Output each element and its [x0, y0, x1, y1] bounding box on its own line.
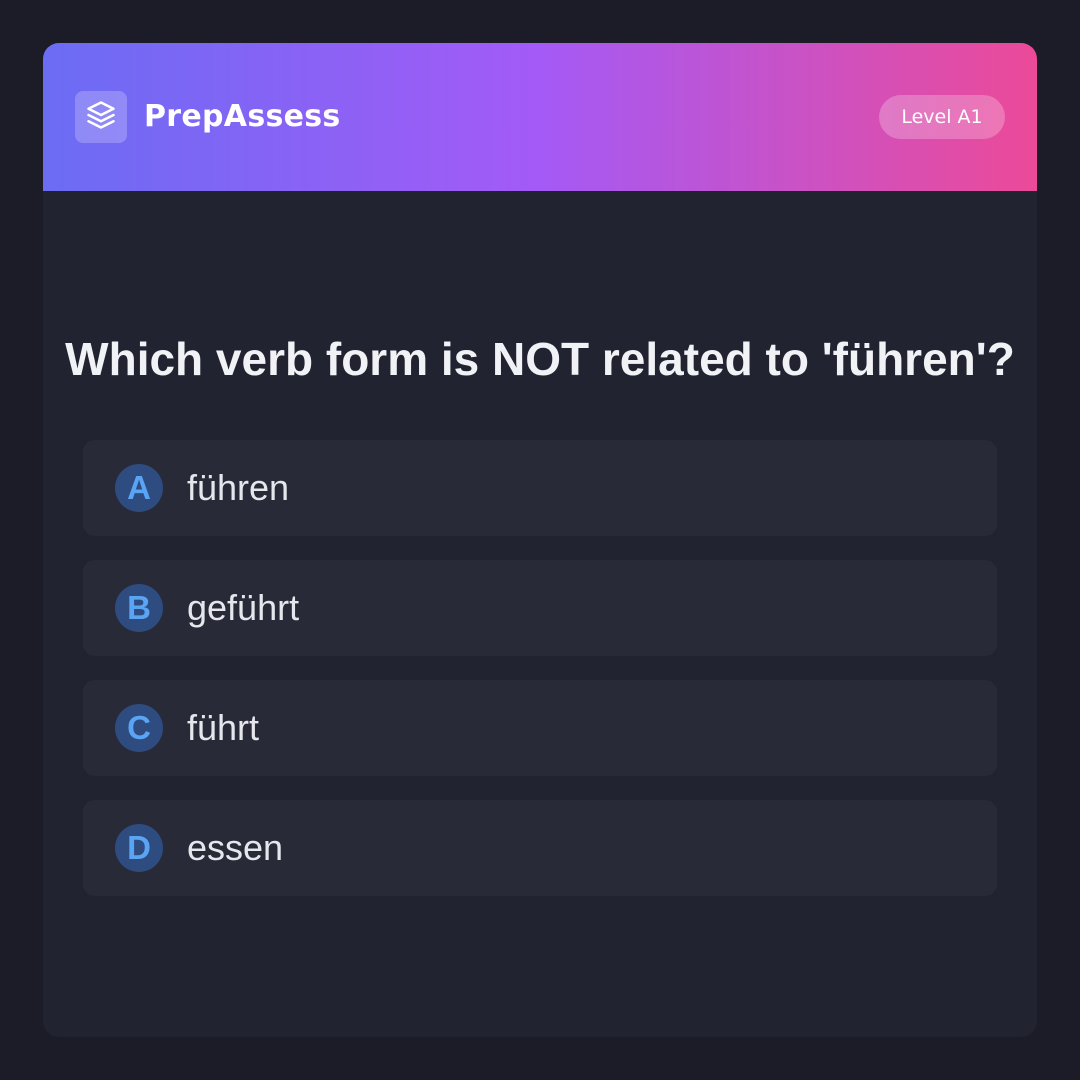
option-letter-badge: C: [115, 704, 163, 752]
option-label: geführt: [187, 587, 300, 628]
app-name: PrepAssess: [144, 99, 341, 134]
question-text: Which verb form is NOT related to 'führe…: [65, 333, 1015, 385]
option-label: führt: [187, 707, 260, 748]
answer-option-d[interactable]: D essen: [83, 800, 997, 896]
quiz-card: PrepAssess Level A1 Which verb form is N…: [43, 43, 1037, 1037]
option-label: essen: [187, 827, 284, 868]
option-letter-badge: A: [115, 464, 163, 512]
answer-option-c[interactable]: C führt: [83, 680, 997, 776]
answer-option-a[interactable]: A führen: [83, 440, 997, 536]
app-logo: [75, 91, 127, 143]
answer-option-b[interactable]: B geführt: [83, 560, 997, 656]
quiz-header: PrepAssess Level A1: [43, 43, 1037, 191]
layers-icon: [86, 100, 116, 134]
level-badge: Level A1: [879, 95, 1005, 139]
option-letter-badge: D: [115, 824, 163, 872]
option-label: führen: [187, 467, 290, 508]
option-letter-badge: B: [115, 584, 163, 632]
answer-options: A führen B geführt C führt D essen: [83, 440, 997, 920]
